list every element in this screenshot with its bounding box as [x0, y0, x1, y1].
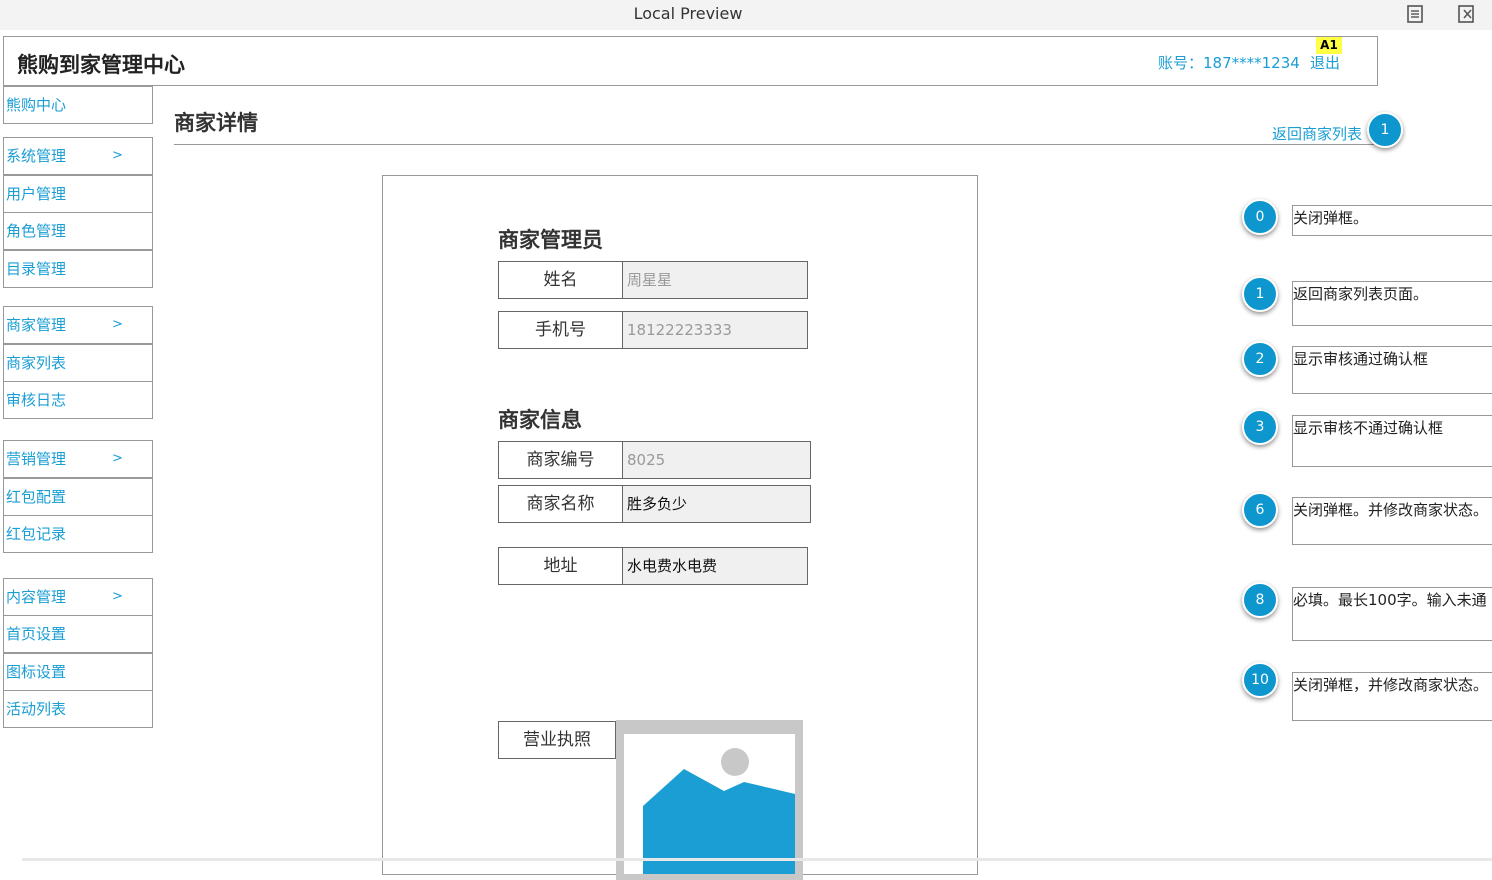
annotation-marker: 8: [1242, 582, 1278, 618]
license-image-frame[interactable]: [616, 720, 803, 880]
sidebar-item-merchants[interactable]: 商家管理 >: [3, 306, 153, 344]
app-title: 熊购到家管理中心: [17, 53, 185, 77]
field-label: 商家编号: [498, 441, 623, 479]
sidebar-item-label: 角色管理: [6, 222, 67, 240]
title-divider: [174, 144, 1374, 145]
sidebar-item-label: 商家管理: [6, 316, 67, 334]
expand-arrow-icon: >: [112, 589, 123, 604]
sidebar-item-activity-list[interactable]: 活动列表: [3, 690, 153, 728]
close-preview-icon[interactable]: [1456, 3, 1478, 25]
annotation-note: 关闭弹框。: [1292, 205, 1492, 236]
sidebar-item-label: 营销管理: [6, 450, 67, 468]
logout-link[interactable]: 退出: [1310, 52, 1340, 73]
sidebar-item-label: 红包记录: [6, 525, 67, 543]
sidebar-item-home[interactable]: 熊购中心: [3, 86, 153, 124]
field-label: 地址: [498, 547, 623, 585]
sidebar-item-label: 系统管理: [6, 147, 67, 165]
sidebar-item-users[interactable]: 用户管理: [3, 175, 153, 213]
annotation-note: 必填。最长100字。输入未通: [1292, 587, 1492, 641]
sidebar-item-audit-log[interactable]: 审核日志: [3, 381, 153, 419]
expand-arrow-icon: >: [112, 148, 123, 163]
annotation-marker: 3: [1242, 409, 1278, 445]
annotation-marker: 10: [1242, 662, 1278, 698]
expand-arrow-icon: >: [112, 317, 123, 332]
sidebar-item-roles[interactable]: 角色管理: [3, 212, 153, 250]
sidebar-item-label: 用户管理: [6, 185, 67, 203]
admin-name-field: 周星星: [622, 261, 808, 299]
annotation-note: 返回商家列表页面。: [1292, 281, 1492, 326]
annotation-marker: 1: [1242, 276, 1278, 312]
license-label: 营业执照: [498, 721, 616, 759]
sidebar-item-redpacket-config[interactable]: 红包配置: [3, 478, 153, 516]
sidebar-item-content[interactable]: 内容管理 >: [3, 578, 153, 616]
merchant-id-field: 8025: [622, 441, 811, 479]
window-title: Local Preview: [633, 4, 743, 23]
annotation-marker: 0: [1242, 199, 1278, 235]
annotation-note: 显示审核通过确认框: [1292, 346, 1492, 394]
merchant-address-field: 水电费水电费: [622, 547, 808, 585]
back-to-list-link[interactable]: 返回商家列表: [1272, 123, 1362, 144]
sidebar-item-label: 内容管理: [6, 588, 67, 606]
image-placeholder-icon: [624, 734, 795, 874]
field-label: 手机号: [498, 311, 623, 349]
annotation-marker: 1: [1367, 112, 1403, 148]
field-label: 姓名: [498, 261, 623, 299]
sidebar-item-label: 图标设置: [6, 663, 67, 681]
sidebar-item-label: 审核日志: [6, 391, 67, 409]
annotation-badge: A1: [1316, 37, 1342, 54]
annotation-note: 关闭弹框。并修改商家状态。: [1292, 497, 1492, 545]
page-title: 商家详情: [174, 111, 258, 135]
sidebar-item-label: 红包配置: [6, 488, 67, 506]
sidebar-item-merchant-list[interactable]: 商家列表: [3, 344, 153, 382]
annotation-marker: 6: [1242, 492, 1278, 528]
document-list-icon[interactable]: [1404, 3, 1426, 25]
sidebar-item-label: 活动列表: [6, 700, 67, 718]
annotation-marker: 2: [1242, 341, 1278, 377]
info-section-title: 商家信息: [498, 408, 582, 432]
sidebar-item-label: 目录管理: [6, 260, 67, 278]
sidebar-item-icon-settings[interactable]: 图标设置: [3, 653, 153, 691]
annotation-note: 显示审核不通过确认框: [1292, 415, 1492, 467]
field-label: 商家名称: [498, 485, 623, 523]
account-label: 账号：187****1234: [1158, 54, 1300, 72]
sidebar-item-redpacket-records[interactable]: 红包记录: [3, 515, 153, 553]
app-header: 熊购到家管理中心 账号：187****1234 退出: [3, 36, 1378, 86]
sidebar-item-marketing[interactable]: 营销管理 >: [3, 440, 153, 478]
merchant-name-field: 胜多负少: [622, 485, 811, 523]
sidebar-item-catalog[interactable]: 目录管理: [3, 250, 153, 288]
sidebar-item-label: 商家列表: [6, 354, 67, 372]
sidebar-item-homepage-settings[interactable]: 首页设置: [3, 615, 153, 653]
sidebar-item-label: 熊购中心: [6, 96, 67, 114]
admin-phone-field: 18122223333: [622, 311, 808, 349]
window-titlebar: Local Preview: [0, 0, 1492, 30]
sidebar-item-system[interactable]: 系统管理 >: [3, 137, 153, 175]
annotation-note: 关闭弹框，并修改商家状态。: [1292, 672, 1492, 721]
expand-arrow-icon: >: [112, 451, 123, 466]
admin-section-title: 商家管理员: [498, 228, 603, 252]
sidebar-item-label: 首页设置: [6, 625, 67, 643]
